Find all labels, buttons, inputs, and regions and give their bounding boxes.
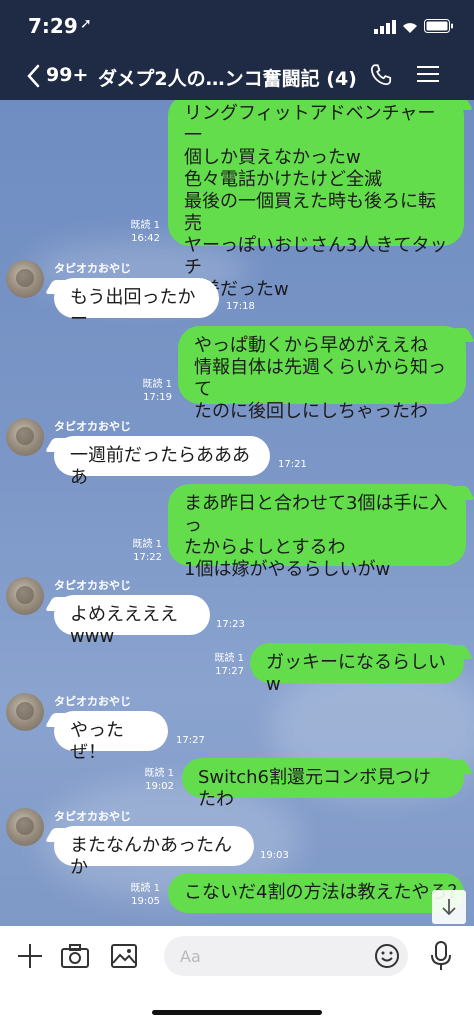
message-time: 17:22 bbox=[133, 552, 162, 563]
sender-name: タピオカおやじ bbox=[54, 579, 131, 592]
scroll-to-bottom-button[interactable] bbox=[432, 890, 466, 924]
cellular-signal-icon bbox=[374, 20, 396, 34]
read-receipt: 既読 1 bbox=[132, 539, 162, 550]
message-time: 17:18 bbox=[226, 301, 255, 312]
message-bubble-incoming[interactable]: 一週前だったらああああ bbox=[54, 436, 270, 488]
chat-area[interactable]: リングフィットアドベンチャー一 個しか買えなかったw 色々電話かけたけど全滅 最… bbox=[0, 100, 474, 926]
read-receipt: 既読 1 bbox=[130, 220, 160, 231]
avatar[interactable] bbox=[6, 808, 44, 846]
read-receipt: 既読 1 bbox=[130, 883, 160, 894]
message-time: 19:05 bbox=[131, 896, 160, 907]
avatar[interactable] bbox=[6, 577, 44, 615]
menu-icon[interactable] bbox=[416, 64, 440, 84]
message-time: 17:27 bbox=[215, 666, 244, 677]
home-indicator bbox=[152, 1010, 322, 1015]
message-bubble-outgoing[interactable]: こないだ4割の方法は教えたやろ？ bbox=[168, 873, 464, 913]
image-icon[interactable] bbox=[110, 943, 138, 969]
chat-title[interactable]: ダメプ2人の…ンコ奮闘記 (4) bbox=[98, 64, 357, 91]
message-meta: 既読 1 17:27 bbox=[204, 652, 244, 678]
message-bubble-incoming[interactable]: またなんかあったんか bbox=[54, 826, 254, 878]
message-time: 19:02 bbox=[145, 781, 174, 792]
sender-name: タピオカおやじ bbox=[54, 420, 131, 433]
message-time: 17:27 bbox=[176, 735, 205, 746]
camera-icon[interactable] bbox=[60, 943, 90, 969]
back-unread-count[interactable]: 99+ bbox=[46, 64, 88, 86]
message-bubble-outgoing[interactable]: リングフィットアドベンチャー一 個しか買えなかったw 色々電話かけたけど全滅 最… bbox=[168, 100, 464, 300]
scroll-down-icon bbox=[442, 899, 456, 916]
message-toolbar: Aa bbox=[0, 926, 474, 1024]
message-time: 19:03 bbox=[260, 850, 289, 861]
mic-icon[interactable] bbox=[428, 940, 454, 972]
message-bubble-incoming[interactable]: よめええええwww bbox=[54, 595, 210, 647]
message-meta: 既読 1 19:05 bbox=[120, 882, 160, 908]
message-input[interactable]: Aa bbox=[164, 936, 408, 976]
read-receipt: 既読 1 bbox=[214, 653, 244, 664]
message-bubble-incoming[interactable]: やったぜ！ bbox=[54, 711, 168, 763]
message-time: 17:23 bbox=[216, 619, 245, 630]
sender-name: タピオカおやじ bbox=[54, 262, 131, 275]
wifi-icon bbox=[403, 23, 417, 33]
status-time: 7:29 bbox=[28, 14, 78, 38]
avatar[interactable] bbox=[6, 260, 44, 298]
message-input-placeholder: Aa bbox=[180, 947, 201, 966]
message-bubble-outgoing[interactable]: まあ昨日と合わせて3個は手に入っ たからよしとするわ 1個は嫁がやるらしいがw bbox=[168, 484, 466, 580]
status-bar: 7:29 ➚ bbox=[0, 0, 474, 52]
back-chevron-icon[interactable] bbox=[26, 64, 40, 88]
message-time: 17:21 bbox=[278, 459, 307, 470]
avatar[interactable] bbox=[6, 693, 44, 731]
message-bubble-outgoing[interactable]: やっぱ動くから早めがええね 情報自体は先週くらいから知って たのに後回しにしちゃ… bbox=[178, 326, 466, 422]
battery-icon bbox=[424, 19, 453, 33]
read-receipt: 既読 1 bbox=[142, 379, 172, 390]
message-bubble-outgoing[interactable]: Switch6割還元コンボ見つけたわ bbox=[182, 758, 464, 810]
message-time: 17:19 bbox=[143, 392, 172, 403]
message-bubble-incoming[interactable]: もう出回ったかー bbox=[54, 278, 219, 330]
phone-icon[interactable] bbox=[368, 62, 394, 88]
sender-name: タピオカおやじ bbox=[54, 695, 131, 708]
location-arrow-icon: ➚ bbox=[80, 16, 92, 32]
sender-name: タピオカおやじ bbox=[54, 810, 131, 823]
message-time: 16:42 bbox=[131, 233, 160, 244]
plus-icon[interactable] bbox=[16, 942, 44, 970]
message-meta: 既読 1 17:22 bbox=[122, 538, 162, 564]
message-bubble-outgoing[interactable]: ガッキーになるらしいw bbox=[250, 643, 464, 695]
message-meta: 既読 1 16:42 bbox=[120, 219, 160, 245]
emoji-icon[interactable] bbox=[374, 943, 400, 969]
message-meta: 既読 1 17:19 bbox=[132, 378, 172, 404]
chat-header: 99+ ダメプ2人の…ンコ奮闘記 (4) bbox=[0, 52, 474, 100]
avatar[interactable] bbox=[6, 418, 44, 456]
message-meta: 既読 1 19:02 bbox=[134, 767, 174, 793]
read-receipt: 既読 1 bbox=[144, 768, 174, 779]
